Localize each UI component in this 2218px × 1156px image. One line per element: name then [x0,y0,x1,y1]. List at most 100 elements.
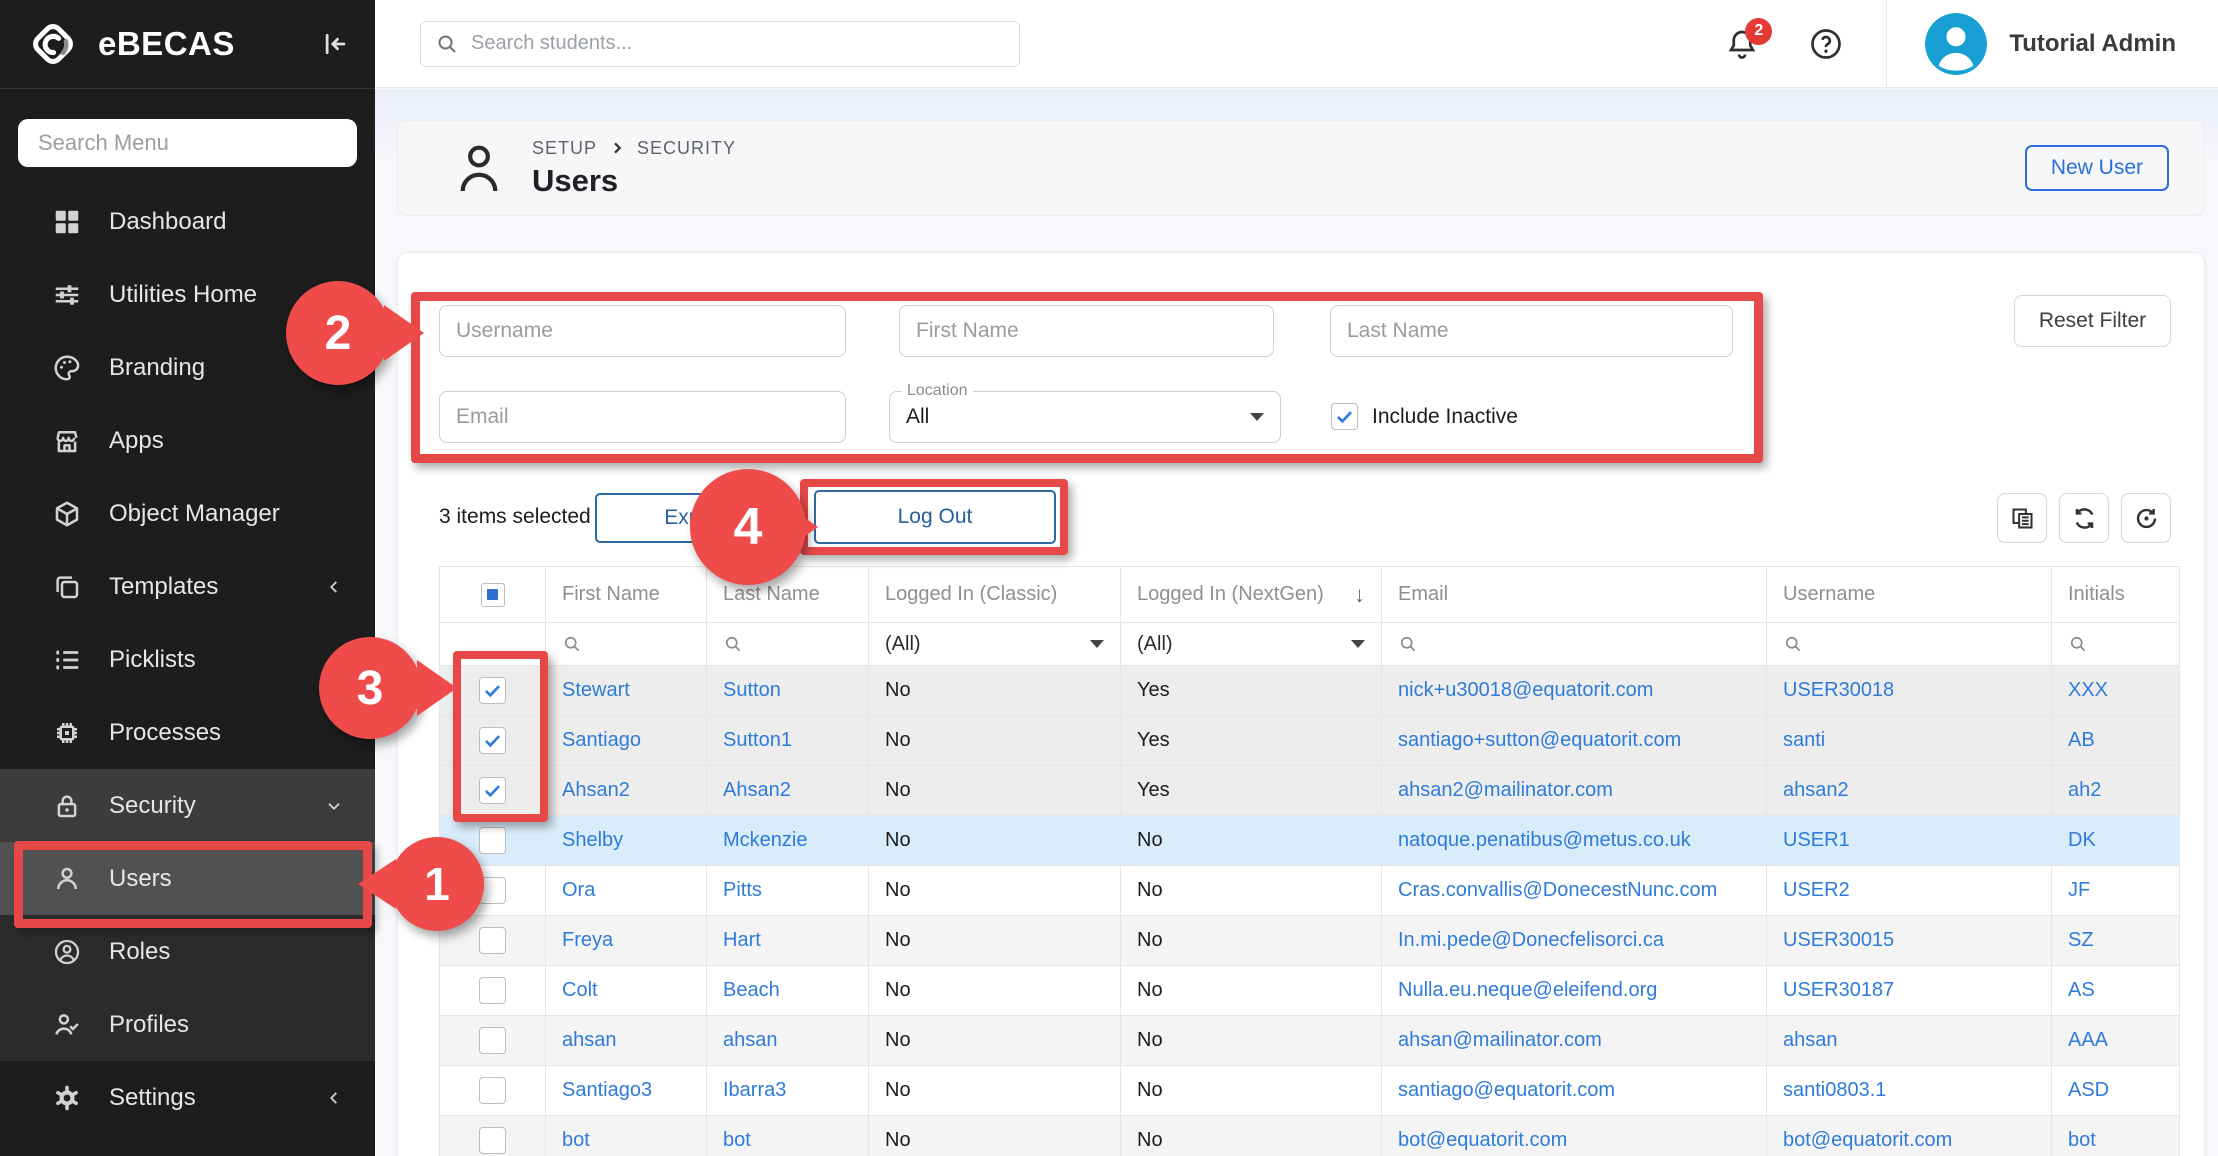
column-header-logged-in-nextgen[interactable]: Logged In (NextGen)↓ [1121,567,1382,623]
cell-email[interactable]: Nulla.eu.neque@eleifend.org [1382,966,1767,1016]
cell-initials[interactable]: ASD [2052,1066,2180,1116]
breadcrumb-setup[interactable]: SETUP [532,138,597,159]
cell-username[interactable]: USER2 [1767,866,2052,916]
cell-last-name[interactable]: Ibarra3 [707,1066,869,1116]
cell-username[interactable]: ahsan [1767,1016,2052,1066]
column-header-email[interactable]: Email [1382,567,1767,623]
menu-search-input[interactable] [18,119,357,167]
cell-last-name[interactable]: ahsan [707,1016,869,1066]
help-button[interactable] [1808,26,1844,62]
cell-email[interactable]: ahsan2@mailinator.com [1382,766,1767,816]
cell-username[interactable]: USER30187 [1767,966,2052,1016]
column-label: Last Name [723,583,820,606]
cell-first-name[interactable]: Santiago3 [546,1066,707,1116]
cell-username[interactable]: USER30015 [1767,916,2052,966]
cell-email[interactable]: ahsan@mailinator.com [1382,1016,1767,1066]
cell-last-name[interactable]: Ahsan2 [707,766,869,816]
cell-initials[interactable]: AB [2052,716,2180,766]
cell-initials[interactable]: JF [2052,866,2180,916]
reset-filter-button[interactable]: Reset Filter [2014,295,2171,347]
column-header-initials[interactable]: Initials [2052,567,2180,623]
cell-initials[interactable]: ah2 [2052,766,2180,816]
filter-select-logged-in-classic[interactable]: (All) [869,623,1121,666]
cell-last-name[interactable]: Pitts [707,866,869,916]
column-label: Logged In (Classic) [885,583,1057,606]
filter-select-logged-in-nextgen[interactable]: (All) [1121,623,1382,666]
row-checkbox[interactable] [479,1127,506,1154]
sidebar-item-settings[interactable]: Settings [0,1061,375,1134]
sort-desc-icon[interactable]: ↓ [1354,582,1365,608]
app-title: eBECAS [98,25,235,63]
cell-email[interactable]: Cras.convallis@DonecestNunc.com [1382,866,1767,916]
sidebar-collapse-icon[interactable] [319,29,349,59]
cell-initials[interactable]: bot [2052,1116,2180,1156]
column-header-logged-in-classic[interactable]: Logged In (Classic) [869,567,1121,623]
cell-last-name[interactable]: Hart [707,916,869,966]
sidebar-item-apps[interactable]: Apps [0,404,375,477]
filter-cell-last-name[interactable] [707,623,869,666]
row-checkbox[interactable] [479,1027,506,1054]
sidebar-item-object-manager[interactable]: Object Manager [0,477,375,550]
row-checkbox[interactable] [479,977,506,1004]
cell-first-name[interactable]: Ora [546,866,707,916]
cell-username[interactable]: bot@equatorit.com [1767,1116,2052,1156]
column-label: Initials [2068,583,2125,606]
table-header-row: First Name Last Name Logged In (Classic) Lo… [440,567,2180,623]
cell-initials[interactable]: AS [2052,966,2180,1016]
row-checkbox[interactable] [479,927,506,954]
filter-cell-initials[interactable] [2052,623,2180,666]
refresh-button[interactable] [2059,493,2109,543]
cell-first-name[interactable]: Stewart [546,666,707,716]
sidebar-item-profiles[interactable]: Profiles [0,988,375,1061]
cell-first-name[interactable]: Shelby [546,816,707,866]
cell-username[interactable]: santi0803.1 [1767,1066,2052,1116]
sidebar-item-processes[interactable]: Processes [0,696,375,769]
sidebar-item-templates[interactable]: Templates [0,550,375,623]
row-checkbox[interactable] [479,1077,506,1104]
breadcrumb-security[interactable]: SECURITY [637,138,736,159]
column-header-username[interactable]: Username [1767,567,2052,623]
sidebar-item-security[interactable]: Security [0,769,375,842]
cell-email[interactable]: santiago@equatorit.com [1382,1066,1767,1116]
cell-initials[interactable]: DK [2052,816,2180,866]
cell-first-name[interactable]: ahsan [546,1016,707,1066]
cell-email[interactable]: natoque.penatibus@metus.co.uk [1382,816,1767,866]
chevron-down-icon [1351,640,1365,648]
cell-initials[interactable]: AAA [2052,1016,2180,1066]
row-checkbox[interactable] [479,827,506,854]
cell-last-name[interactable]: Beach [707,966,869,1016]
cell-last-name[interactable]: Mckenzie [707,816,869,866]
cell-last-name[interactable]: bot [707,1116,869,1156]
filter-cell-email[interactable] [1382,623,1767,666]
cell-first-name[interactable]: Santiago [546,716,707,766]
cell-last-name[interactable]: Sutton [707,666,869,716]
select-all-checkbox[interactable] [481,583,505,607]
cell-first-name[interactable]: Freya [546,916,707,966]
cell-first-name[interactable]: bot [546,1116,707,1156]
cell-last-name[interactable]: Sutton1 [707,716,869,766]
annotation-marker-2: 2 [286,281,390,385]
cell-username[interactable]: USER30018 [1767,666,2052,716]
cell-email[interactable]: santiago+sutton@equatorit.com [1382,716,1767,766]
cell-username[interactable]: ahsan2 [1767,766,2052,816]
notifications-button[interactable]: 2 [1724,26,1760,62]
filter-cell-first-name[interactable] [546,623,707,666]
sidebar-item-dashboard[interactable]: Dashboard [0,185,375,258]
cell-initials[interactable]: XXX [2052,666,2180,716]
cell-first-name[interactable]: Colt [546,966,707,1016]
export-data-button[interactable] [1997,493,2047,543]
history-button[interactable] [2121,493,2171,543]
student-search-input[interactable] [471,32,1005,55]
user-avatar[interactable] [1925,13,1987,75]
cell-first-name[interactable]: Ahsan2 [546,766,707,816]
cell-email[interactable]: In.mi.pede@Donecfelisorci.ca [1382,916,1767,966]
student-search-box[interactable] [420,21,1020,67]
new-user-button[interactable]: New User [2025,145,2169,191]
cell-username[interactable]: santi [1767,716,2052,766]
cell-email[interactable]: bot@equatorit.com [1382,1116,1767,1156]
cell-initials[interactable]: SZ [2052,916,2180,966]
cell-username[interactable]: USER1 [1767,816,2052,866]
filter-cell-username[interactable] [1767,623,2052,666]
cell-email[interactable]: nick+u30018@equatorit.com [1382,666,1767,716]
column-header-first-name[interactable]: First Name [546,567,707,623]
